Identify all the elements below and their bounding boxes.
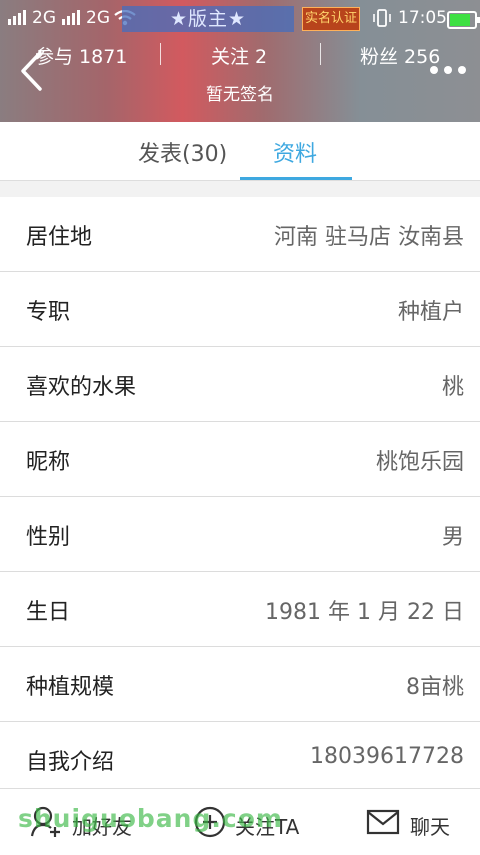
chat-label: 聊天	[410, 815, 450, 839]
info-value: 种植户	[397, 300, 464, 325]
battery-icon	[447, 11, 480, 29]
chat-button[interactable]: 聊天	[360, 789, 470, 855]
participate-count[interactable]: 参与 1871	[35, 42, 127, 69]
section-gap	[0, 181, 480, 197]
tab-profile-info[interactable]: 资料	[273, 136, 317, 168]
status-bar: 2G 2G ★版主★ 实名认证 17:05	[0, 0, 480, 38]
moderator-badge: ★版主★	[122, 6, 294, 32]
info-key: 性别	[26, 525, 71, 550]
info-key: 种植规模	[26, 675, 115, 700]
stats-bar: 参与 1871 关注 2 粉丝 256	[0, 40, 480, 70]
info-value: 河南 驻马店 汝南县	[274, 225, 464, 250]
follow-count[interactable]: 关注 2	[211, 42, 267, 69]
info-key: 昵称	[26, 450, 71, 475]
info-value: 男	[441, 525, 464, 550]
signal-icon	[8, 10, 26, 25]
info-row-planting-scale: 种植规模 8亩桃	[0, 647, 480, 722]
info-list: 居住地 河南 驻马店 汝南县 专职 种植户 喜欢的水果 桃 昵称 桃饱乐园 性别…	[0, 197, 480, 797]
info-row-favorite-fruit: 喜欢的水果 桃	[0, 347, 480, 422]
info-row-gender: 性别 男	[0, 497, 480, 572]
info-key: 生日	[26, 600, 71, 625]
info-row-residence: 居住地 河南 驻马店 汝南县	[0, 197, 480, 272]
profile-header: 2G 2G ★版主★ 实名认证 17:05 参与 1871 关注 2 粉丝 25…	[0, 0, 480, 122]
divider	[160, 43, 161, 65]
tab-posts[interactable]: 发表(30)	[138, 136, 227, 168]
signature: 暂无签名	[206, 85, 274, 105]
info-row-birthday: 生日 1981 年 1 月 22 日	[0, 572, 480, 647]
info-value: 8亩桃	[406, 675, 464, 700]
clock: 17:05	[398, 8, 447, 28]
info-key: 专职	[26, 300, 71, 325]
tab-bar: 发表(30) 资料	[0, 122, 480, 181]
info-value: 桃	[441, 375, 464, 400]
info-row-occupation: 专职 种植户	[0, 272, 480, 347]
info-row-self-intro: 自我介绍 18039617728	[0, 722, 480, 797]
info-value: 桃饱乐园	[375, 450, 464, 475]
divider	[320, 43, 321, 65]
active-tab-indicator	[240, 177, 352, 180]
watermark: shuiguobang.com	[18, 804, 283, 833]
info-key: 居住地	[26, 225, 93, 250]
info-key: 自我介绍	[26, 750, 115, 775]
info-key: 喜欢的水果	[26, 375, 137, 400]
info-value: 18039617728	[310, 744, 464, 769]
more-options-icon[interactable]	[428, 64, 468, 76]
signal-icon	[62, 10, 80, 25]
info-value: 1981 年 1 月 22 日	[265, 600, 464, 625]
real-name-badge: 实名认证	[302, 7, 360, 31]
vibrate-icon	[373, 9, 391, 27]
network-type-2: 2G	[86, 8, 110, 28]
info-row-nickname: 昵称 桃饱乐园	[0, 422, 480, 497]
network-type-1: 2G	[32, 8, 56, 28]
mail-icon	[366, 809, 400, 835]
